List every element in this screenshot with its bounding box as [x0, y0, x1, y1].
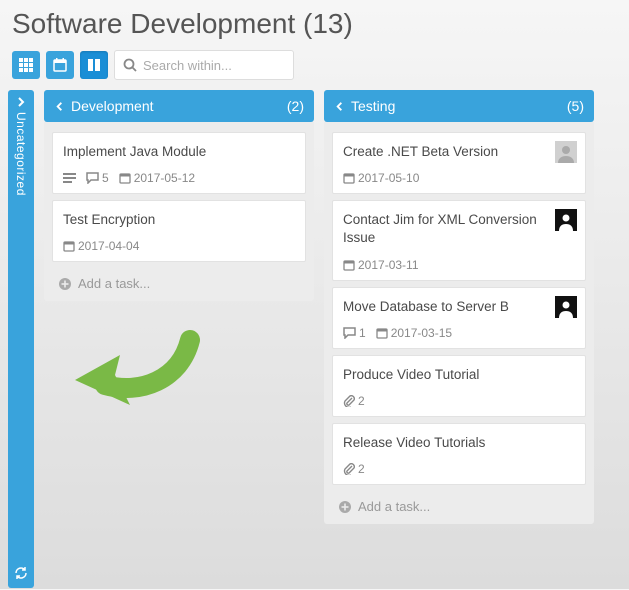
column-title: Testing	[351, 98, 395, 114]
task-card[interactable]: Create .NET Beta Version 2017-05-10	[332, 132, 586, 194]
view-grid-button[interactable]	[12, 51, 40, 79]
task-card[interactable]: Contact Jim for XML Conversion Issue 201…	[332, 200, 586, 280]
view-calendar-button[interactable]	[46, 51, 74, 79]
search-icon	[123, 58, 137, 72]
card-title: Contact Jim for XML Conversion Issue	[343, 211, 575, 247]
attachment-indicator: 2	[343, 462, 365, 476]
task-card[interactable]: Produce Video Tutorial 2	[332, 355, 586, 417]
column-development: Development (2) Implement Java Module 5 …	[44, 90, 314, 301]
uncategorized-rail[interactable]: Uncategorized	[8, 90, 34, 588]
card-title: Test Encryption	[63, 211, 295, 229]
avatar	[555, 209, 577, 231]
column-header[interactable]: Testing (5)	[324, 90, 594, 122]
card-title: Produce Video Tutorial	[343, 366, 575, 384]
column-testing: Testing (5) Create .NET Beta Version 201…	[324, 90, 594, 524]
column-count: (5)	[567, 98, 584, 114]
plus-circle-icon	[58, 277, 72, 291]
date-indicator: 2017-05-10	[343, 171, 419, 185]
card-title: Implement Java Module	[63, 143, 295, 161]
avatar	[555, 141, 577, 163]
chevron-left-icon	[54, 101, 65, 112]
task-card[interactable]: Implement Java Module 5 2017-05-12	[52, 132, 306, 194]
description-icon	[63, 173, 76, 184]
column-body: Create .NET Beta Version 2017-05-10 Cont…	[324, 122, 594, 524]
search-box[interactable]	[114, 50, 294, 80]
comments-indicator: 5	[86, 171, 109, 185]
task-card[interactable]: Release Video Tutorials 2	[332, 423, 586, 485]
card-title: Release Video Tutorials	[343, 434, 575, 452]
date-indicator: 2017-04-04	[63, 239, 139, 253]
avatar	[555, 296, 577, 318]
chevron-right-icon	[15, 96, 27, 108]
add-task-label: Add a task...	[358, 499, 430, 514]
column-header[interactable]: Development (2)	[44, 90, 314, 122]
task-card[interactable]: Test Encryption 2017-04-04	[52, 200, 306, 262]
add-task-button[interactable]: Add a task...	[52, 268, 306, 295]
task-card[interactable]: Move Database to Server B 1 2017-03-15	[332, 287, 586, 349]
card-title: Move Database to Server B	[343, 298, 575, 316]
column-title: Development	[71, 98, 154, 114]
columns-icon	[87, 58, 101, 72]
card-title: Create .NET Beta Version	[343, 143, 575, 161]
grid-icon	[19, 58, 33, 72]
comments-indicator: 1	[343, 326, 366, 340]
add-task-label: Add a task...	[78, 276, 150, 291]
date-indicator: 2017-03-15	[376, 326, 452, 340]
page-title: Software Development (13)	[0, 0, 629, 50]
date-indicator: 2017-05-12	[119, 171, 195, 185]
date-indicator: 2017-03-11	[343, 258, 419, 272]
toolbar	[0, 50, 629, 90]
chevron-left-icon	[334, 101, 345, 112]
view-board-button[interactable]	[80, 51, 108, 79]
refresh-icon[interactable]	[14, 566, 28, 580]
search-input[interactable]	[143, 58, 273, 73]
rail-label: Uncategorized	[14, 112, 28, 196]
kanban-board: Uncategorized Development (2) Implement …	[0, 90, 629, 590]
column-count: (2)	[287, 98, 304, 114]
calendar-icon	[53, 58, 67, 72]
add-task-button[interactable]: Add a task...	[332, 491, 586, 518]
column-body: Implement Java Module 5 2017-05-12 Test …	[44, 122, 314, 301]
plus-circle-icon	[338, 500, 352, 514]
attachment-indicator: 2	[343, 394, 365, 408]
